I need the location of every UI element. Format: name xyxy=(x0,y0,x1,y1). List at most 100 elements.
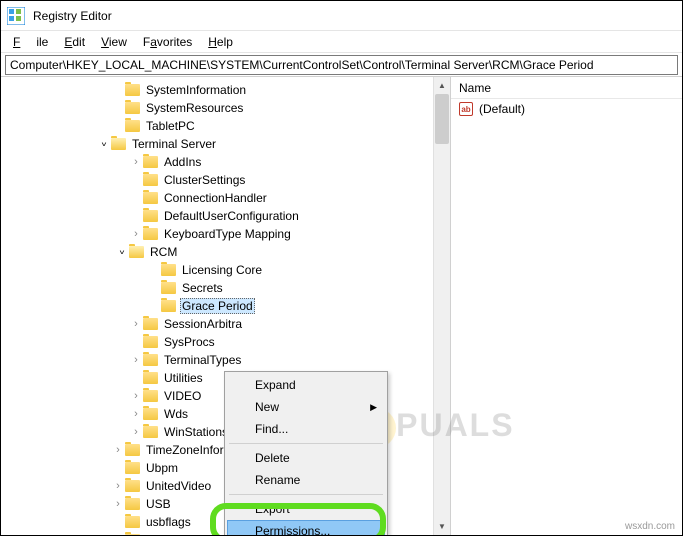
tree-item[interactable]: AddIns xyxy=(1,153,450,171)
tree-item-label: UnitedVideo xyxy=(144,479,213,493)
tree-item-label: Ubpm xyxy=(144,461,180,475)
vertical-scrollbar[interactable]: ▲ ▼ xyxy=(433,77,450,535)
value-row-default[interactable]: ab (Default) xyxy=(451,99,682,119)
chevron-icon[interactable] xyxy=(111,497,125,511)
tree-item-label: TabletPC xyxy=(144,119,197,133)
folder-icon xyxy=(143,156,158,168)
tree-item[interactable]: ConnectionHandler xyxy=(1,189,450,207)
folder-icon xyxy=(143,372,158,384)
content-area: SystemInformation SystemResources TabletPC… xyxy=(1,77,682,535)
chevron-icon[interactable] xyxy=(129,155,143,169)
chevron-icon[interactable] xyxy=(129,227,143,241)
menu-permissions[interactable]: Permissions... xyxy=(227,520,385,535)
folder-icon xyxy=(143,336,158,348)
menu-edit[interactable]: Edit xyxy=(56,33,93,51)
tree-item-label: RCM xyxy=(148,245,179,259)
address-input[interactable] xyxy=(5,55,678,75)
tree-item[interactable]: Grace Period xyxy=(1,297,450,315)
menu-export[interactable]: Export xyxy=(227,498,385,520)
tree-item[interactable]: DefaultUserConfiguration xyxy=(1,207,450,225)
menu-bar: File Edit View Favorites Help xyxy=(1,31,682,53)
scroll-thumb[interactable] xyxy=(435,94,449,144)
submenu-arrow-icon: ▶ xyxy=(370,402,377,413)
tree-item-label: usbflags xyxy=(144,515,193,529)
chevron-icon[interactable] xyxy=(129,353,143,367)
tree-item[interactable]: KeyboardType Mapping xyxy=(1,225,450,243)
tree-item-label: usbstor xyxy=(144,533,187,535)
menu-favorites[interactable]: Favorites xyxy=(135,33,200,51)
tree-item[interactable]: Secrets xyxy=(1,279,450,297)
tree-item-label: SysProcs xyxy=(162,335,217,349)
chevron-icon xyxy=(147,281,161,295)
chevron-icon xyxy=(129,191,143,205)
menu-help[interactable]: Help xyxy=(200,33,241,51)
tree-item[interactable]: Terminal Server xyxy=(1,135,450,153)
tree-item-label: VIDEO xyxy=(162,389,203,403)
chevron-icon[interactable] xyxy=(129,425,143,439)
chevron-icon xyxy=(111,119,125,133)
value-name: (Default) xyxy=(479,102,525,116)
folder-icon xyxy=(125,534,140,535)
chevron-icon xyxy=(129,173,143,187)
menu-delete[interactable]: Delete xyxy=(227,447,385,469)
tree-item[interactable]: ClusterSettings xyxy=(1,171,450,189)
menu-view[interactable]: View xyxy=(93,33,135,51)
folder-icon xyxy=(143,318,158,330)
folder-icon xyxy=(125,102,140,114)
folder-icon xyxy=(125,462,140,474)
folder-icon xyxy=(125,444,140,456)
app-icon xyxy=(7,7,25,25)
tree-item-label: USB xyxy=(144,497,173,511)
column-header-name[interactable]: Name xyxy=(451,77,682,99)
tree-item[interactable]: SystemResources xyxy=(1,99,450,117)
chevron-icon xyxy=(147,299,161,313)
chevron-icon[interactable] xyxy=(129,407,143,421)
tree-item-label: SystemInformation xyxy=(144,83,248,97)
tree-item-label: DefaultUserConfiguration xyxy=(162,209,301,223)
folder-icon xyxy=(143,408,158,420)
tree-item[interactable]: Licensing Core xyxy=(1,261,450,279)
chevron-icon[interactable] xyxy=(129,389,143,403)
tree-item[interactable]: SysProcs xyxy=(1,333,450,351)
chevron-icon[interactable] xyxy=(97,137,111,151)
values-pane[interactable]: Name ab (Default) xyxy=(451,77,682,535)
menu-find[interactable]: Find... xyxy=(227,418,385,440)
tree-item[interactable]: SystemInformation xyxy=(1,81,450,99)
folder-icon xyxy=(143,426,158,438)
chevron-icon[interactable] xyxy=(115,245,129,259)
tree-item-label: Wds xyxy=(162,407,190,421)
menu-expand[interactable]: Expand xyxy=(227,374,385,396)
folder-icon xyxy=(143,210,158,222)
menu-new[interactable]: New▶ xyxy=(227,396,385,418)
tree-item-label: SystemResources xyxy=(144,101,245,115)
chevron-icon[interactable] xyxy=(129,317,143,331)
chevron-icon xyxy=(111,461,125,475)
folder-icon xyxy=(111,138,126,150)
folder-icon xyxy=(125,480,140,492)
scroll-down-button[interactable]: ▼ xyxy=(434,518,450,535)
folder-icon xyxy=(125,516,140,528)
tree-item-label: ClusterSettings xyxy=(162,173,247,187)
folder-icon xyxy=(161,282,176,294)
tree-item[interactable]: SessionArbitra xyxy=(1,315,450,333)
chevron-icon xyxy=(147,263,161,277)
scroll-up-button[interactable]: ▲ xyxy=(434,77,450,94)
string-value-icon: ab xyxy=(459,102,473,116)
tree-item-label: TimeZoneInfor xyxy=(144,443,226,457)
chevron-icon[interactable] xyxy=(111,479,125,493)
folder-icon xyxy=(143,354,158,366)
folder-icon xyxy=(125,120,140,132)
menu-separator xyxy=(229,443,383,444)
chevron-icon xyxy=(129,335,143,349)
tree-item[interactable]: TabletPC xyxy=(1,117,450,135)
tree-item[interactable]: TerminalTypes xyxy=(1,351,450,369)
tree-item[interactable]: RCM xyxy=(1,243,450,261)
menu-file[interactable]: File xyxy=(5,33,56,51)
tree-item-label: Secrets xyxy=(180,281,225,295)
menu-rename[interactable]: Rename xyxy=(227,469,385,491)
chevron-icon xyxy=(129,371,143,385)
tree-item-label: KeyboardType Mapping xyxy=(162,227,293,241)
chevron-icon[interactable] xyxy=(111,443,125,457)
folder-icon xyxy=(143,192,158,204)
chevron-icon xyxy=(111,533,125,535)
